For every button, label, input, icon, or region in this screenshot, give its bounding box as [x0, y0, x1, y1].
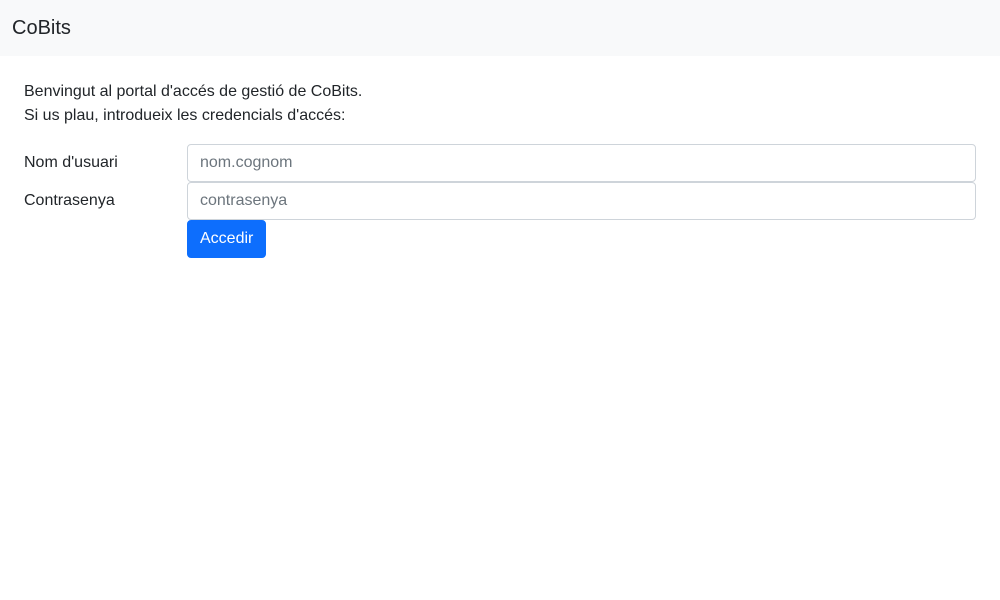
password-row: Contrasenya: [24, 182, 976, 220]
login-button[interactable]: Accedir: [187, 220, 267, 258]
submit-row: Accedir: [187, 220, 976, 258]
intro-text: Benvingut al portal d'accés de gestió de…: [24, 80, 976, 128]
username-label: Nom d'usuari: [24, 154, 118, 171]
username-row: Nom d'usuari: [24, 144, 976, 182]
login-form: Nom d'usuari Contrasenya Accedir: [24, 144, 976, 258]
navbar: CoBits: [0, 0, 1000, 56]
brand-link[interactable]: CoBits: [12, 17, 71, 40]
username-input[interactable]: [187, 144, 976, 182]
login-container: Benvingut al portal d'accés de gestió de…: [0, 56, 1000, 258]
password-input[interactable]: [187, 182, 976, 220]
instructions-text: Si us plau, introdueix les credencials d…: [24, 107, 346, 124]
welcome-text: Benvingut al portal d'accés de gestió de…: [24, 83, 363, 100]
password-label: Contrasenya: [24, 192, 115, 209]
